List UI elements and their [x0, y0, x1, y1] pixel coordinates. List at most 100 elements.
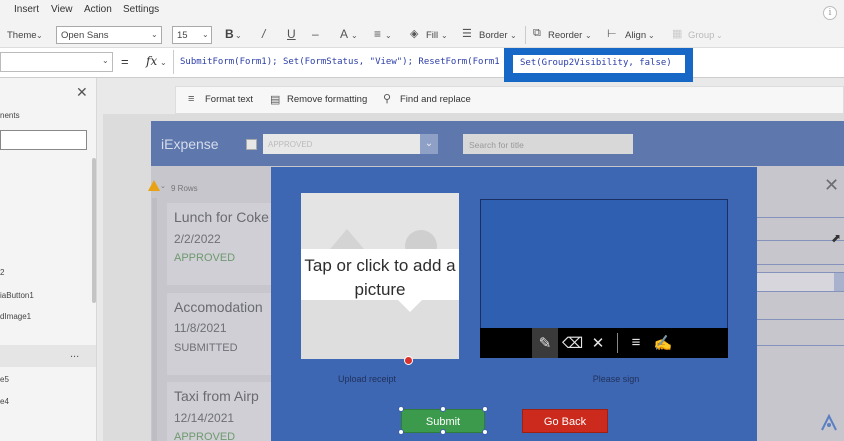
card-status: SUBMITTED	[174, 342, 238, 354]
app-title: iExpense	[161, 136, 219, 152]
tree-item[interactable]: iaButton1	[0, 291, 34, 300]
property-select[interactable]	[0, 52, 113, 72]
rows-count: 9 Rows	[171, 184, 198, 193]
tree-item[interactable]: e5	[0, 375, 9, 384]
search-placeholder: Search for title	[469, 140, 524, 150]
tree-item[interactable]: e4	[0, 397, 9, 406]
chevron-down-icon: ⌄	[102, 56, 109, 65]
chevron-down-icon: ⌄	[351, 31, 358, 40]
selection-handle[interactable]	[482, 429, 488, 435]
chevron-down-icon: ⌄	[716, 31, 723, 40]
form-field-line	[756, 217, 844, 218]
panel-scrollbar[interactable]	[92, 158, 96, 303]
chevron-down-icon: ⌄	[441, 31, 448, 40]
close-icon[interactable]: ✕	[76, 84, 88, 101]
theme-button[interactable]: Theme	[7, 30, 37, 41]
card-title: Lunch for Coke	[174, 209, 269, 225]
tree-search-input[interactable]	[0, 130, 87, 150]
underline-button[interactable]: U	[287, 27, 296, 41]
formula-input[interactable]: SubmitForm(Form1); Set(FormStatus, "View…	[180, 57, 500, 67]
please-sign-label: Please sign	[592, 374, 640, 384]
menu-action[interactable]: Action	[84, 4, 112, 15]
clear-icon[interactable]: ✕	[588, 334, 608, 352]
card-title: Accomodation	[174, 299, 263, 315]
divider	[617, 333, 618, 353]
chevron-down-icon: ⌄	[160, 183, 166, 190]
reorder-button[interactable]: Reorder	[548, 30, 582, 41]
panel-tab-components[interactable]: nents	[0, 111, 20, 120]
form-field-line	[756, 264, 844, 265]
font-color-button[interactable]: A	[340, 27, 348, 41]
upload-receipt-label: Upload receipt	[337, 374, 397, 384]
find-replace-button[interactable]: Find and replace	[400, 94, 471, 105]
equals-sign: =	[121, 54, 129, 69]
pen-color-icon[interactable]: ✍	[653, 334, 673, 352]
filter-checkbox[interactable]	[246, 139, 257, 150]
group-button[interactable]: Group	[688, 30, 714, 41]
selection-handle[interactable]	[440, 429, 446, 435]
align-icon: ⊢	[607, 28, 617, 40]
bold-button[interactable]: B	[225, 27, 234, 41]
align-button[interactable]: Align	[625, 30, 646, 41]
stroke-width-icon[interactable]: ≡	[626, 334, 646, 351]
card-status: APPROVED	[174, 252, 236, 264]
chevron-down-icon: ⌄	[235, 31, 242, 40]
tree-item[interactable]: dImage1	[0, 312, 31, 321]
format-text-button[interactable]: Format text	[205, 94, 253, 105]
formula-highlight-text: Set(Group2Visibility, false)	[520, 58, 672, 68]
border-button[interactable]: Border	[479, 30, 508, 41]
resize-handle[interactable]	[404, 356, 413, 365]
menu-insert[interactable]: Insert	[14, 4, 39, 15]
menu-settings[interactable]: Settings	[123, 4, 159, 15]
fill-button[interactable]: Fill	[426, 30, 438, 41]
remove-formatting-button[interactable]: Remove formatting	[287, 94, 367, 105]
chevron-down-icon: ⌄	[385, 31, 392, 40]
pen-icon[interactable]: ✎	[535, 334, 555, 352]
chevron-down-icon[interactable]: ⌄	[420, 134, 438, 154]
selection-handle[interactable]	[440, 406, 446, 412]
eraser-icon[interactable]: ⌫	[562, 334, 583, 352]
text-align-icon[interactable]: ≡	[374, 27, 381, 41]
form-field-line	[756, 319, 844, 320]
form-field-button[interactable]	[834, 273, 844, 291]
font-family-value: Open Sans	[61, 30, 109, 41]
format-text-icon: ≡	[188, 93, 195, 105]
chevron-down-icon: ⌄	[510, 31, 517, 40]
form-field-line	[756, 345, 844, 346]
card-date: 12/14/2021	[174, 411, 235, 425]
image-placeholder-graphic	[301, 300, 459, 359]
border-icon: ☰	[462, 28, 472, 40]
tree-item-selected[interactable]	[0, 345, 96, 367]
italic-button[interactable]: /	[262, 27, 265, 41]
chevron-down-icon: ⌄	[585, 31, 592, 40]
fx-button[interactable]: fx	[146, 54, 157, 68]
app-checker-icon[interactable]	[818, 412, 840, 434]
chevron-down-icon: ⌄	[36, 31, 43, 40]
divider	[173, 50, 174, 74]
selection-handle[interactable]	[482, 406, 488, 412]
warning-icon[interactable]	[148, 180, 160, 191]
more-icon[interactable]: ...	[70, 348, 79, 360]
form-field[interactable]	[756, 272, 844, 292]
card-date: 2/2/2022	[174, 232, 221, 246]
group-icon: ▦	[672, 28, 683, 40]
image-prompt-text: Tap or click to add a picture	[304, 256, 456, 299]
chevron-down-icon: ⌄	[160, 58, 167, 67]
reorder-icon: ⧉	[533, 27, 541, 39]
go-back-button[interactable]: Go Back	[522, 409, 608, 433]
gallery-scrollbar[interactable]	[152, 198, 157, 441]
strikethrough-button[interactable]: –	[312, 27, 319, 41]
card-title: Taxi from Airp	[174, 388, 259, 404]
image-prompt-pointer	[398, 300, 422, 312]
selection-handle[interactable]	[398, 406, 404, 412]
tree-item[interactable]: 2	[0, 268, 4, 277]
chevron-down-icon: ⌄	[151, 30, 158, 39]
selection-handle[interactable]	[398, 429, 404, 435]
close-icon[interactable]: ✕	[824, 175, 839, 196]
divider	[525, 26, 526, 44]
mouse-cursor-icon: ⬈	[831, 231, 842, 245]
info-icon[interactable]: i	[823, 6, 837, 20]
menu-view[interactable]: View	[51, 4, 73, 15]
chevron-down-icon: ⌄	[648, 31, 655, 40]
card-status: APPROVED	[174, 431, 236, 441]
